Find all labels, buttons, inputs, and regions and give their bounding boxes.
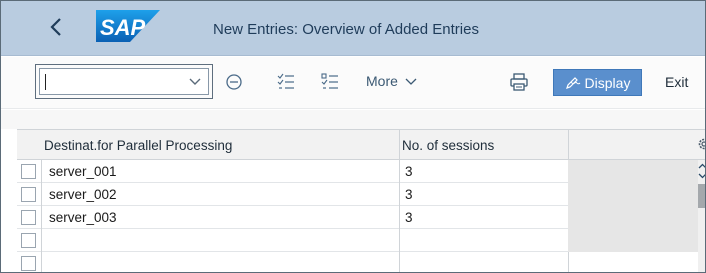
settings-icon[interactable]: [697, 137, 706, 151]
row-select-checkbox[interactable]: [21, 256, 36, 271]
table-row[interactable]: [17, 252, 705, 272]
print-icon[interactable]: [510, 73, 528, 91]
sessions-cell[interactable]: 3: [405, 160, 413, 183]
row-select-checkbox[interactable]: [21, 210, 36, 225]
sessions-cell[interactable]: 3: [405, 206, 413, 229]
collapse-list-icon[interactable]: [321, 73, 339, 91]
more-label: More: [366, 73, 398, 89]
sap-window: SAP New Entries: Overview of Added Entri…: [0, 0, 706, 273]
command-field[interactable]: [35, 64, 213, 99]
focus-outline: [35, 64, 213, 99]
display-button[interactable]: Display: [553, 69, 642, 96]
row-select-checkbox[interactable]: [21, 187, 36, 202]
expand-list-icon[interactable]: [277, 73, 295, 91]
content-spacer: [1, 110, 705, 129]
sessions-cell[interactable]: 3: [405, 183, 413, 206]
minus-circle-icon[interactable]: [225, 73, 243, 91]
display-pencil-icon: [565, 76, 580, 89]
row-select-checkbox[interactable]: [21, 164, 36, 179]
entries-table: Destinat.for Parallel Processing No. of …: [17, 129, 706, 272]
column-divider: [399, 160, 400, 272]
destination-cell[interactable]: server_001: [49, 160, 117, 183]
row-select-checkbox[interactable]: [21, 233, 36, 248]
column-header-destination[interactable]: Destinat.for Parallel Processing: [44, 138, 232, 153]
chevron-up-down-icon[interactable]: [697, 162, 706, 180]
sap-logo: SAP: [96, 10, 160, 42]
back-button[interactable]: [39, 10, 73, 44]
destination-cell[interactable]: server_002: [49, 183, 117, 206]
checkbox-column-divider: [41, 160, 42, 272]
dropdown-icon[interactable]: [188, 74, 202, 88]
title-bar: SAP New Entries: Overview of Added Entri…: [1, 1, 705, 56]
column-divider: [399, 130, 400, 161]
display-label: Display: [584, 74, 631, 91]
destination-cell[interactable]: server_003: [49, 206, 117, 229]
scrollbar-thumb[interactable]: [698, 184, 705, 208]
exit-button[interactable]: Exit: [665, 74, 688, 90]
page-title: New Entries: Overview of Added Entries: [213, 21, 479, 38]
text-caret: [45, 74, 46, 90]
chevron-down-icon: [405, 78, 417, 86]
empty-column-area: [568, 160, 698, 252]
column-header-sessions[interactable]: No. of sessions: [402, 138, 494, 153]
toolbar: More Display Exit: [1, 57, 705, 109]
more-menu[interactable]: More: [366, 73, 417, 89]
column-divider: [568, 130, 569, 161]
back-icon: [50, 18, 61, 36]
svg-text:SAP: SAP: [100, 15, 146, 40]
table-header: Destinat.for Parallel Processing No. of …: [17, 129, 706, 161]
